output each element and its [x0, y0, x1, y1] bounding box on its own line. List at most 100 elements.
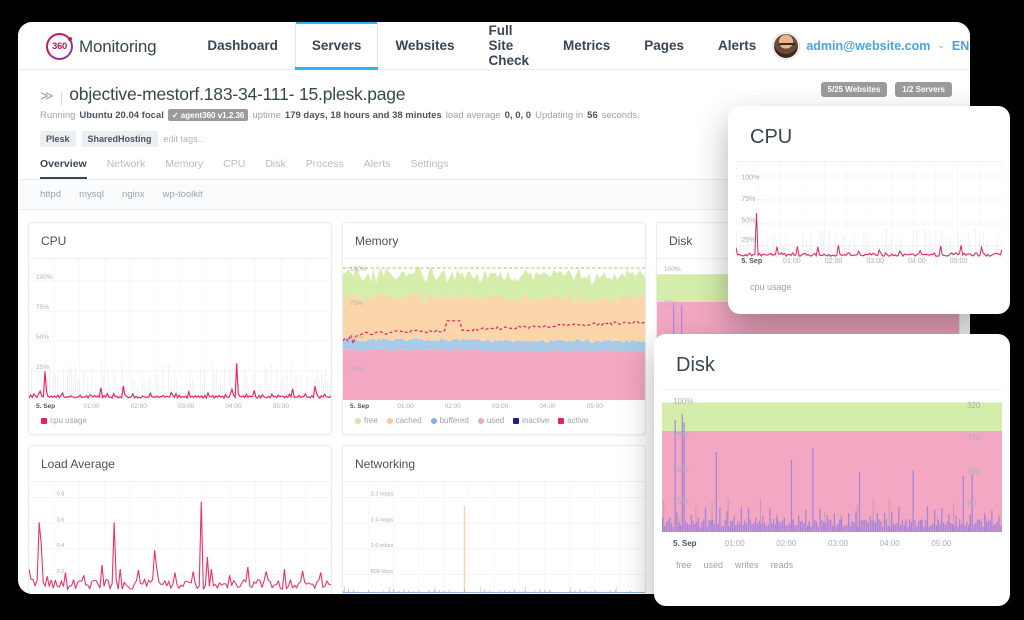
svg-text:05:00: 05:00 [587, 403, 604, 409]
nav-item-servers[interactable]: Servers [295, 22, 379, 69]
legend-item-cpu-usage[interactable]: cpu usage [750, 282, 792, 292]
legend-item-free[interactable]: free [355, 416, 378, 425]
svg-text:0.8: 0.8 [57, 492, 65, 498]
load-average-value: 0, 0, 0 [505, 110, 531, 121]
sub-tab-memory[interactable]: Memory [165, 158, 203, 179]
floating-chart-cpu-labels: 100%75%50%25%5. Sep01:0002:0003:0004:000… [736, 162, 1002, 272]
service-mysql[interactable]: mysql [79, 189, 104, 200]
legend-label: used [487, 416, 504, 425]
card-title-memory: Memory [343, 223, 645, 259]
chart-networking[interactable]: 3.2 mbps2.4 mbps1.6 mbps800 kbps5. Sep01… [343, 482, 645, 594]
svg-text:50%: 50% [673, 465, 689, 474]
floating-card-cpu: CPU 100%75%50%25%5. Sep01:0002:0003:0004… [728, 106, 1010, 314]
user-email[interactable]: admin@website.com [806, 39, 930, 53]
nav-item-full-site-check[interactable]: Full Site Check [471, 22, 546, 69]
sub-tab-disk[interactable]: Disk [265, 158, 285, 179]
legend-memory: free cached buffered used inactive active [343, 409, 645, 434]
floating-legend-cpu: cpu usage [736, 272, 1002, 300]
legend-item-cpu-usage[interactable]: cpu usage [41, 416, 87, 425]
chart-cpu[interactable]: 100%75%50%25%5. Sep01:0002:0003:0004:000… [29, 259, 331, 409]
sub-tab-network[interactable]: Network [107, 158, 146, 179]
sub-tab-alerts[interactable]: Alerts [364, 158, 391, 179]
floating-chart-disk[interactable]: 100%75%50%25%320240160805. Sep01:0002:00… [662, 390, 1002, 550]
tag-sharedhosting[interactable]: SharedHosting [82, 131, 158, 147]
svg-text:75%: 75% [664, 300, 677, 307]
floating-legend-disk: free used writes reads [662, 550, 1002, 578]
agent-version-badge: ✓ agent360 v1.2.36 [168, 109, 249, 121]
legend-item-free[interactable]: free [676, 560, 692, 570]
legend-swatch-icon [478, 418, 484, 424]
legend-swatch-icon [513, 418, 519, 424]
uptime-label: uptime [252, 110, 281, 121]
legend-swatch-icon [431, 418, 437, 424]
svg-text:04:00: 04:00 [539, 403, 556, 409]
page-title: objective-mestorf.183-34-111- 15.plesk.p… [69, 84, 405, 105]
nav-item-label: Pages [644, 38, 684, 53]
legend-label: inactive [522, 416, 549, 425]
server-title-row: ≫ | objective-mestorf.183-34-111- 15.ple… [40, 84, 952, 105]
chart-cpu-labels: 100%75%50%25%5. Sep01:0002:0003:0004:000… [29, 259, 331, 409]
svg-text:50%: 50% [741, 216, 756, 224]
legend-item-used[interactable]: used [478, 416, 504, 425]
svg-text:100%: 100% [673, 397, 693, 406]
svg-text:04:00: 04:00 [225, 403, 242, 409]
svg-text:320: 320 [967, 401, 981, 410]
legend-item-active[interactable]: active [558, 416, 588, 425]
chart-memory[interactable]: 100%75%50%25%5. Sep01:0002:0003:0004:000… [343, 259, 645, 409]
logo-360-icon: 360 [46, 33, 73, 60]
service-httpd[interactable]: httpd [40, 189, 61, 200]
floating-card-disk-title: Disk [662, 342, 1002, 390]
legend-item-writes[interactable]: writes [735, 560, 759, 570]
svg-text:02:00: 02:00 [131, 403, 148, 409]
legend-item-inactive[interactable]: inactive [513, 416, 549, 425]
nav-item-pages[interactable]: Pages [627, 22, 701, 69]
chart-memory-labels: 100%75%50%25%5. Sep01:0002:0003:0004:000… [343, 259, 645, 409]
language-selector[interactable]: ENG [952, 39, 970, 53]
card-cpu: CPU 100%75%50%25%5. Sep01:0002:0003:0004… [28, 222, 332, 435]
svg-text:160: 160 [967, 467, 981, 476]
nav-item-label: Metrics [563, 38, 610, 53]
legend-label: cpu usage [750, 282, 792, 292]
sub-tab-cpu[interactable]: CPU [223, 158, 245, 179]
card-title-networking: Networking [343, 446, 645, 482]
legend-item-used[interactable]: used [704, 560, 724, 570]
running-label: Running [40, 110, 75, 121]
legend-item-reads[interactable]: reads [771, 560, 794, 570]
svg-text:25%: 25% [741, 236, 756, 244]
legend-swatch-icon [558, 418, 564, 424]
sub-tab-process[interactable]: Process [306, 158, 344, 179]
floating-card-cpu-inner: CPU 100%75%50%25%5. Sep01:0002:0003:0004… [736, 114, 1002, 300]
brand-logo[interactable]: 360 Monitoring [46, 22, 156, 69]
legend-item-cached[interactable]: cached [387, 416, 422, 425]
nav-item-label: Full Site Check [488, 23, 529, 68]
chart-load-average[interactable]: 0.80.60.40.25. Sep01:0002:0003:0004:0005… [29, 482, 331, 594]
svg-text:01:00: 01:00 [725, 539, 746, 548]
service-nginx[interactable]: nginx [122, 189, 145, 200]
svg-text:04:00: 04:00 [908, 257, 926, 265]
legend-item-buffered[interactable]: buffered [431, 416, 469, 425]
nav-item-label: Alerts [718, 38, 756, 53]
edit-tags-link[interactable]: edit tags... [164, 134, 206, 144]
apps-grid-icon[interactable] [32, 38, 36, 54]
legend-label: active [567, 416, 588, 425]
avatar[interactable] [773, 33, 799, 59]
logo-text: 360 [52, 41, 67, 52]
updating-suffix: seconds. [602, 110, 640, 121]
legend-swatch-icon [387, 418, 393, 424]
nav-item-dashboard[interactable]: Dashboard [190, 22, 295, 69]
nav-item-alerts[interactable]: Alerts [701, 22, 773, 69]
collapse-chevron-icon[interactable]: ≫ [40, 87, 54, 105]
nav-item-metrics[interactable]: Metrics [546, 22, 627, 69]
sub-tab-overview[interactable]: Overview [40, 158, 87, 179]
floating-chart-cpu[interactable]: 100%75%50%25%5. Sep01:0002:0003:0004:000… [736, 162, 1002, 272]
nav-item-websites[interactable]: Websites [378, 22, 471, 69]
card-networking: Networking 3.2 mbps2.4 mbps1.6 mbps800 k… [342, 445, 646, 594]
card-load-average: Load Average 0.80.60.40.25. Sep01:0002:0… [28, 445, 332, 594]
svg-text:25%: 25% [673, 497, 689, 506]
tag-plesk[interactable]: Plesk [40, 131, 76, 147]
service-wp-toolkit[interactable]: wp-toolkit [163, 189, 203, 200]
chevron-down-icon[interactable]: ⌄ [937, 40, 945, 51]
sub-tab-settings[interactable]: Settings [411, 158, 449, 179]
svg-text:100%: 100% [350, 266, 367, 273]
svg-text:3.2 mbps: 3.2 mbps [371, 492, 394, 498]
